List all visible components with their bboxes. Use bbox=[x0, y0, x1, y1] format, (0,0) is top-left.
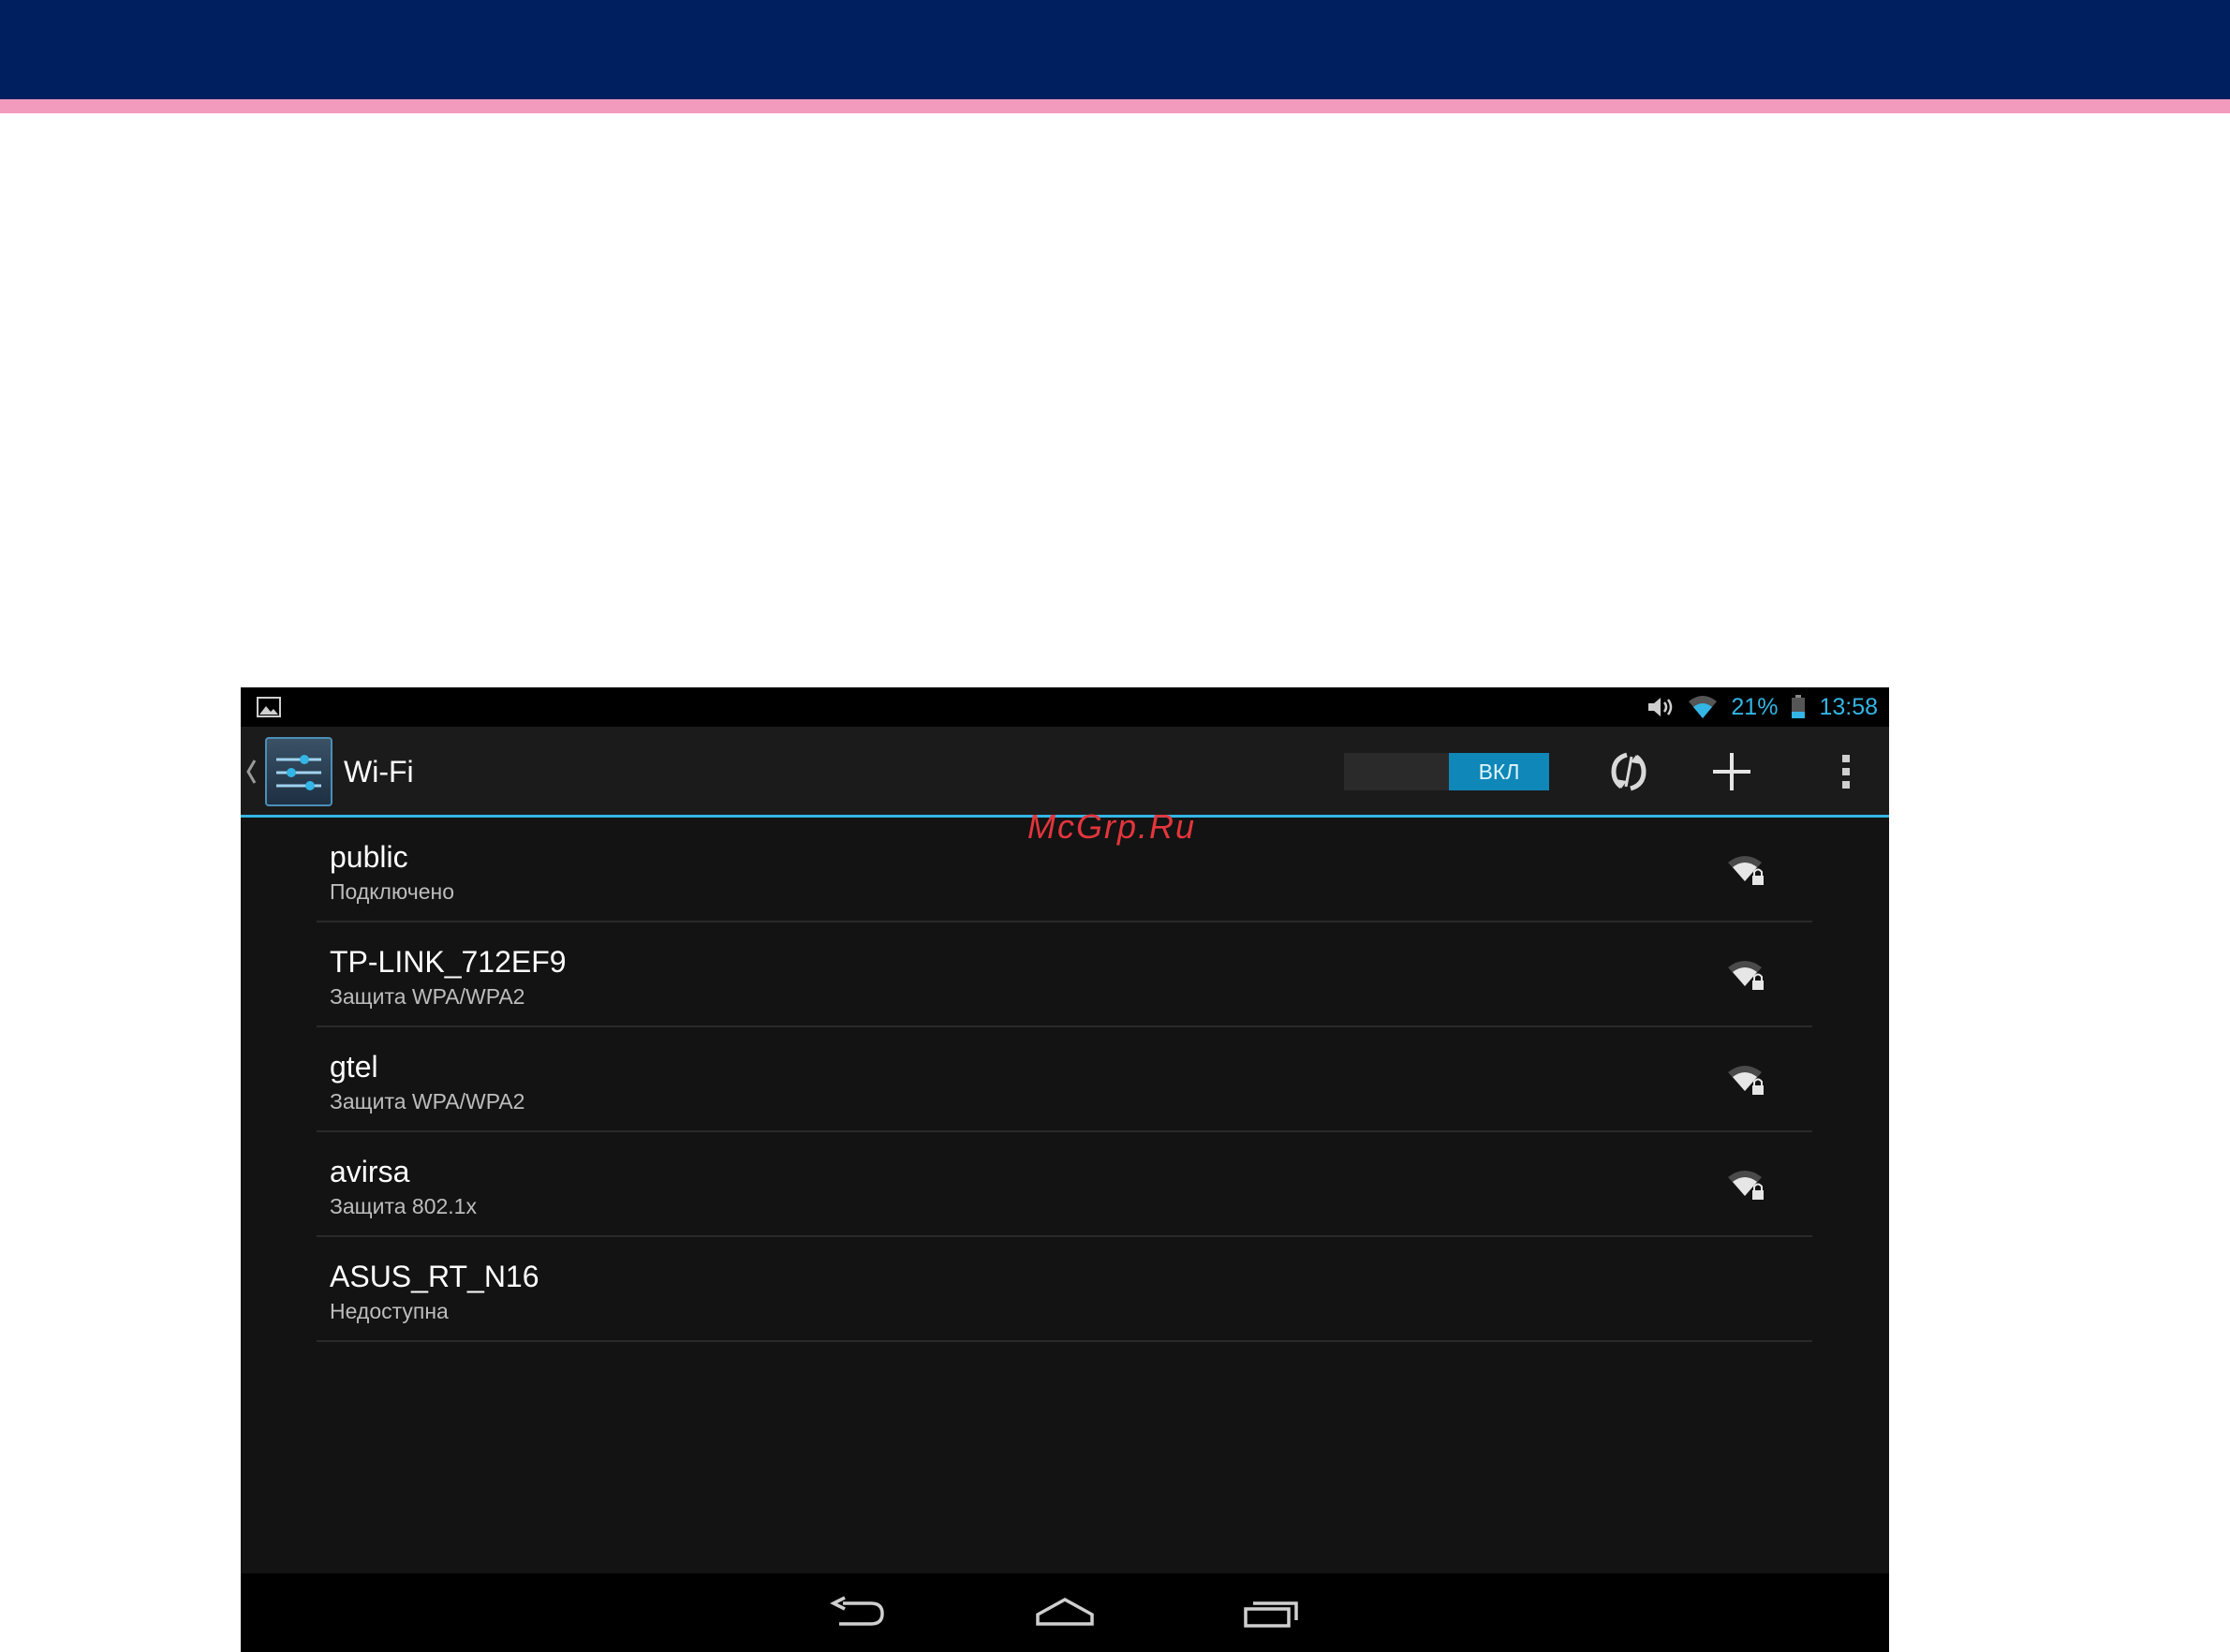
network-status: Защита WPA/WPA2 bbox=[330, 984, 525, 1009]
page: 21% 13:58 Wi-Fi ВКЛ public Подключено TP… bbox=[0, 0, 2230, 1652]
recents-button[interactable] bbox=[1239, 1586, 1305, 1639]
add-network-icon bbox=[1713, 753, 1750, 790]
wifi-lock-icon bbox=[1728, 1171, 1764, 1200]
network-ssid: ASUS_RT_N16 bbox=[330, 1260, 539, 1293]
network-status: Защита 802.1x bbox=[330, 1194, 477, 1218]
wifi-lock-icon bbox=[1728, 856, 1764, 885]
back-icon bbox=[830, 1596, 884, 1626]
battery-percent: 21% bbox=[1731, 694, 1779, 720]
network-row-avirsa[interactable]: avirsa Защита 802.1x bbox=[317, 1132, 1812, 1237]
network-row-gtel[interactable]: gtel Защита WPA/WPA2 bbox=[317, 1027, 1812, 1132]
scan-icon bbox=[1611, 752, 1647, 791]
network-status: Недоступна bbox=[330, 1299, 449, 1323]
wifi-toggle[interactable]: ВКЛ bbox=[1344, 753, 1549, 790]
network-list: public Подключено TP-LINK_712EF9 Защита … bbox=[317, 818, 1812, 1342]
network-ssid: public bbox=[330, 840, 408, 874]
status-right-group: 21% 13:58 bbox=[1645, 687, 1878, 727]
up-caret-icon[interactable] bbox=[244, 758, 258, 786]
network-ssid: avirsa bbox=[330, 1155, 410, 1188]
network-ssid: gtel bbox=[330, 1050, 378, 1084]
wifi-lock-icon bbox=[1728, 1066, 1764, 1095]
picture-icon bbox=[257, 697, 281, 717]
settings-app-icon[interactable] bbox=[265, 737, 332, 806]
overflow-menu-icon bbox=[1842, 755, 1850, 789]
watermark: McGrp.Ru bbox=[1027, 807, 1197, 846]
volume-icon bbox=[1648, 698, 1673, 716]
sliders-icon bbox=[276, 755, 321, 790]
network-status: Подключено bbox=[330, 879, 454, 904]
back-button[interactable] bbox=[825, 1586, 891, 1639]
wifi-signal-icon bbox=[1689, 696, 1718, 718]
network-row-asus[interactable]: ASUS_RT_N16 Недоступна bbox=[317, 1237, 1812, 1342]
status-bar: 21% 13:58 bbox=[241, 687, 1889, 727]
network-status: Защита WPA/WPA2 bbox=[330, 1089, 525, 1114]
network-row-tp-link[interactable]: TP-LINK_712EF9 Защита WPA/WPA2 bbox=[317, 922, 1812, 1027]
slide-header-band bbox=[0, 0, 2230, 99]
add-network-button[interactable] bbox=[1704, 745, 1760, 798]
home-icon bbox=[1036, 1598, 1094, 1626]
overflow-menu-button[interactable] bbox=[1818, 745, 1874, 798]
system-nav-bar bbox=[241, 1573, 1889, 1652]
recents-icon bbox=[1244, 1601, 1298, 1628]
battery-icon bbox=[1792, 695, 1806, 718]
scan-button[interactable] bbox=[1601, 745, 1657, 798]
wifi-lock-icon bbox=[1728, 961, 1764, 990]
wifi-toggle-on-label: ВКЛ bbox=[1449, 753, 1549, 790]
page-title: Wi-Fi bbox=[344, 755, 414, 789]
network-ssid: TP-LINK_712EF9 bbox=[330, 945, 567, 979]
home-button[interactable] bbox=[1032, 1586, 1098, 1639]
slide-header-stripe bbox=[0, 99, 2230, 113]
clock: 13:58 bbox=[1819, 694, 1878, 720]
action-bar: Wi-Fi ВКЛ bbox=[241, 727, 1889, 817]
